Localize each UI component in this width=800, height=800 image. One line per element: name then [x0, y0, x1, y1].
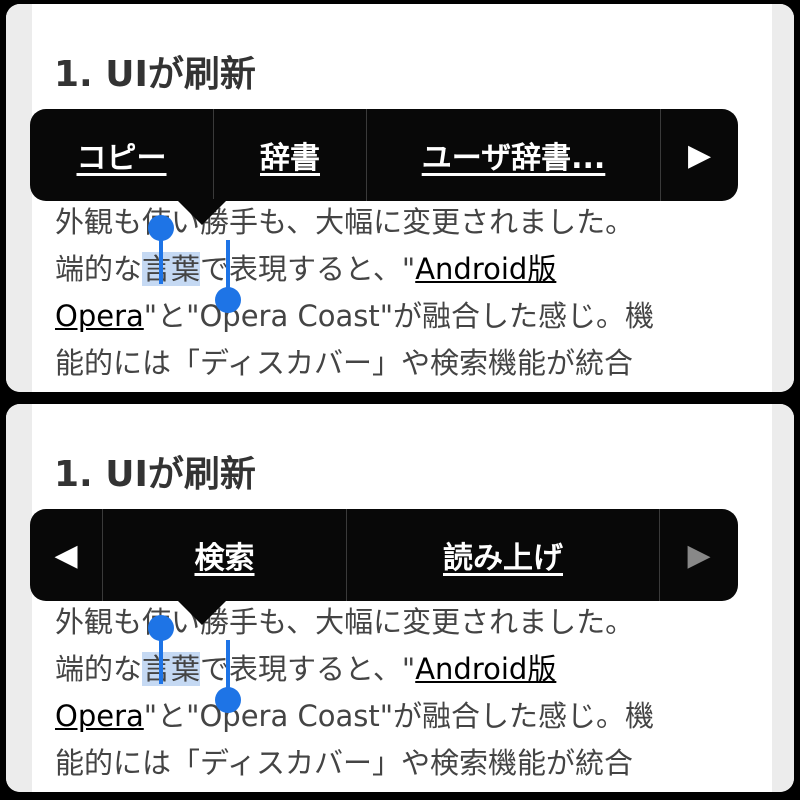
menu-search-button[interactable]: 検索: [103, 509, 347, 601]
selection-end-handle[interactable]: [215, 687, 241, 713]
body-line-2: 端的な言葉で表現すると、"Android版: [55, 646, 775, 693]
selected-text[interactable]: 言葉: [142, 252, 201, 286]
section-heading: 1. UIが刷新: [54, 54, 256, 95]
menu-pointer: [176, 599, 228, 625]
right-gutter: [772, 404, 794, 792]
article-link-android-opera-cont[interactable]: Opera: [55, 299, 144, 333]
menu-copy-button[interactable]: コピー: [30, 109, 214, 201]
selection-start-handle[interactable]: [148, 615, 174, 641]
article-link-android-opera[interactable]: Android版: [415, 252, 556, 286]
selection-end-caret: [226, 240, 230, 294]
selected-text[interactable]: 言葉: [142, 652, 201, 686]
body-line-3: Opera"と"Opera Coast"が融合した感じ。機: [55, 693, 775, 740]
menu-prev-arrow-icon[interactable]: ◀: [30, 509, 103, 601]
body-text: 端的な: [55, 652, 143, 686]
menu-read-aloud-button[interactable]: 読み上げ: [347, 509, 660, 601]
left-gutter: [6, 404, 32, 792]
body-text: で表現すると、": [200, 652, 416, 686]
article-link-android-opera-cont[interactable]: Opera: [55, 699, 144, 733]
body-text: 端的な: [55, 252, 143, 286]
body-line-3: Opera"と"Opera Coast"が融合した感じ。機: [55, 293, 775, 340]
menu-next-arrow-icon[interactable]: ▶: [661, 109, 738, 201]
left-gutter: [6, 4, 32, 392]
selection-end-caret: [226, 640, 230, 694]
menu-user-dictionary-button[interactable]: ユーザ辞書...: [367, 109, 661, 201]
right-gutter: [772, 4, 794, 392]
menu-next-arrow-icon: ▶: [687, 537, 711, 573]
article-link-android-opera[interactable]: Android版: [415, 652, 556, 686]
menu-pointer: [176, 199, 228, 225]
screenshot-panel-top: 1. UIが刷新 外観も使い勝手も、大幅に変更されました。 端的な言葉で表現する…: [6, 4, 794, 392]
selection-start-handle[interactable]: [148, 215, 174, 241]
menu-dictionary-button[interactable]: 辞書: [214, 109, 367, 201]
section-heading: 1. UIが刷新: [54, 454, 256, 495]
body-line-4: 能的には「ディスカバー」や検索機能が統合: [55, 746, 633, 780]
body-line-4: 能的には「ディスカバー」や検索機能が統合: [55, 346, 633, 380]
body-line-2: 端的な言葉で表現すると、"Android版: [55, 246, 775, 293]
selection-end-handle[interactable]: [215, 287, 241, 313]
body-text: で表現すると、": [200, 252, 416, 286]
text-selection-menu: ◀ 検索 読み上げ ▶: [30, 509, 738, 601]
text-selection-menu: コピー 辞書 ユーザ辞書... ▶: [30, 109, 738, 201]
screenshot-panel-bottom: 1. UIが刷新 外観も使い勝手も、大幅に変更されました。 端的な言葉で表現する…: [6, 404, 794, 792]
